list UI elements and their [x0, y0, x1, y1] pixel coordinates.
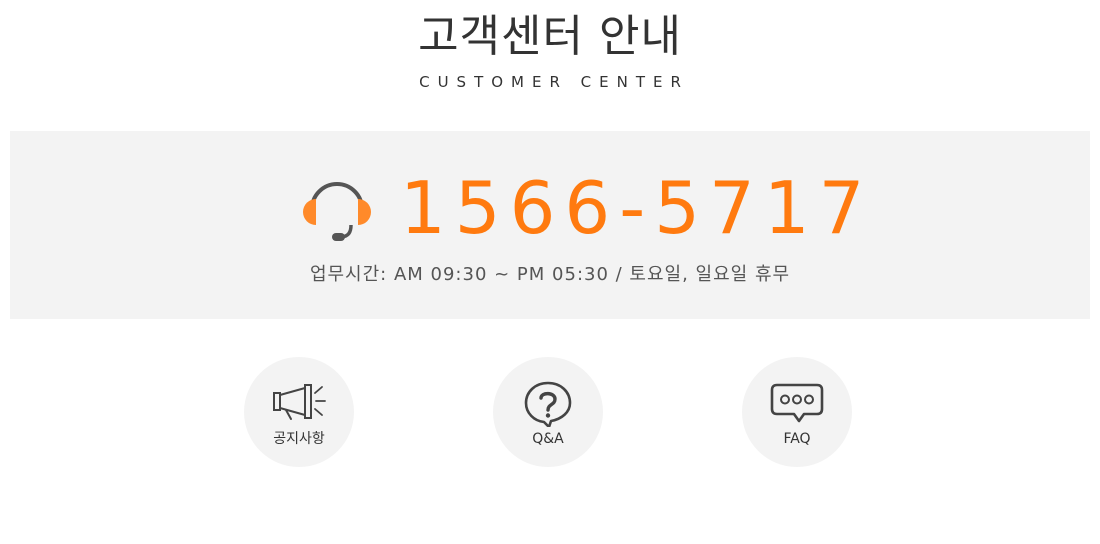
faq-label: FAQ	[783, 431, 811, 447]
page-title: 고객센터 안내	[418, 11, 682, 62]
notice-label: 공지사항	[273, 431, 325, 447]
qna-link[interactable]: Q&A	[493, 357, 603, 467]
business-hours: 업무시간: AM 09:30 ~ PM 05:30 / 토요일, 일요일 휴무	[309, 264, 791, 285]
phone-info-panel: 1566-5717 업무시간: AM 09:30 ~ PM 05:30 / 토요…	[10, 131, 1090, 319]
qna-label: Q&A	[532, 431, 564, 447]
megaphone-icon	[273, 384, 326, 420]
chat-bubble-dots-icon	[770, 383, 824, 423]
page-subtitle: CUSTOMER CENTER	[419, 73, 689, 91]
question-bubble-icon	[524, 381, 572, 427]
faq-link[interactable]: FAQ	[742, 357, 852, 467]
customer-center-page: 고객센터 안내 CUSTOMER CENTER 1566-5717 업무시간: …	[0, 0, 1100, 544]
phone-number[interactable]: 1566-5717	[400, 163, 873, 253]
notice-link[interactable]: 공지사항	[244, 357, 354, 467]
headset-icon	[303, 182, 371, 241]
